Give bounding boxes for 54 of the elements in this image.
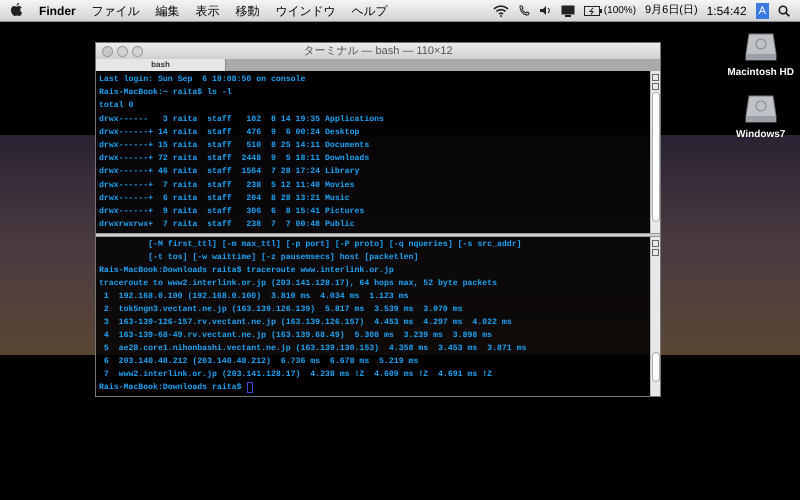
terminal-line: drwx------+ 15 raita staff 510 8 25 14:11 Documents <box>99 140 370 152</box>
wifi-icon[interactable] <box>492 4 509 16</box>
display-icon[interactable] <box>560 4 575 16</box>
scroll-thumb[interactable] <box>652 352 660 382</box>
terminal-line: 5 ae28.core1.nihonbashi.vectant.ne.jp (163.139.130.153) 4.358 ms 3.453 ms 3.871 ms <box>102 343 526 355</box>
terminal-line: drwx------+ 72 raita staff 2448 9 5 18:11 Downloads <box>99 153 370 166</box>
hard-drive-icon[interactable] <box>744 94 777 124</box>
terminal-line: [-M first_ttl] [-m max_ttl] [-p port] [-P proto] [-q nqueries] [-s src_addr] <box>147 239 522 251</box>
menu-clock[interactable]: 1:54:42 <box>706 2 747 20</box>
menu-date[interactable]: 9月6日(日) <box>645 2 698 19</box>
search-icon[interactable] <box>778 4 790 16</box>
apple-logo-icon[interactable] <box>10 3 23 18</box>
terminal-line: drwx------ 3 raita staff 102 8 14 19:35 Applications <box>99 114 384 126</box>
terminal-line: drwx------+ 46 raita staff 1564 7 28 17:24 Library <box>99 166 360 178</box>
tab[interactable]: bash <box>96 59 226 71</box>
terminal-line: 3 163-139-126-157.rv.vectant.ne.jp (163.139.126.157) 4.453 ms 4.297 ms 4.022 ms <box>102 317 512 329</box>
terminal-line: Rais-MacBook:Downloads raita$ <box>99 382 242 394</box>
scroll-thumb[interactable] <box>652 92 660 222</box>
scrollbar[interactable] <box>650 71 660 233</box>
terminal-line: 7 www2.interlink.or.jp (203.141.128.17) 4.238 ms !Z 4.609 ms !Z 4.691 ms !Z <box>102 369 492 381</box>
desktop-icon-label[interactable]: Macintosh HD <box>727 65 794 80</box>
window-title: ターミナル — bash — 110×12 <box>303 44 453 59</box>
terminal-line: 4 163-139-68-49.rv.vectant.ne.jp (163.139.68.49) 5.308 ms 3.239 ms 3.898 ms <box>102 330 492 342</box>
terminal-line: Last login: Sun Sep 6 10:08:50 on console <box>99 74 306 86</box>
terminal-line: [-t tos] [-w waittime] [-z pausemsecs] host [packetlen] <box>147 252 418 264</box>
menu-item[interactable]: 編集 <box>156 2 180 20</box>
terminal-line: drwx------+ 9 raita staff 306 6 8 15:41 Pictures <box>99 206 364 218</box>
terminal-line: 6 203.140.48.212 (203.140.48.212) 6.736 ms 6.678 ms 5.219 ms <box>102 356 418 368</box>
text-cursor <box>246 382 252 393</box>
terminal-line: Rais-MacBook:Downloads raita$ traceroute www.interlink.or.jp <box>99 265 394 277</box>
terminal-line: traceroute to www2.interlink.or.jp (203.141.128.17), 64 hops max, 52 byte packets <box>99 278 497 290</box>
terminal-line: drwx------+ 6 raita staff 204 8 28 13:21 Music <box>99 192 350 205</box>
hard-drive-icon[interactable] <box>744 32 777 62</box>
terminal-line: drwxrwxrwx+ 7 raita staff 238 7 7 00:48 Public <box>99 219 354 232</box>
battery-icon <box>584 6 602 16</box>
terminal-line: Rais-MacBook:~ raita$ ls -l <box>99 87 232 100</box>
menu-item[interactable]: ヘルプ <box>352 2 388 20</box>
phone-icon[interactable] <box>518 4 530 17</box>
battery-status[interactable]: (100%) <box>584 3 636 18</box>
menu-item[interactable]: 移動 <box>236 2 260 20</box>
terminal-line: 2 tok5ngn3.vectant.ne.jp (163.139.126.139) 5.817 ms 3.539 ms 3.070 ms <box>102 304 463 316</box>
menu-app-name[interactable]: Finder <box>39 2 76 20</box>
desktop-icon-label[interactable]: Windows7 <box>736 127 786 142</box>
input-method-indicator[interactable]: A <box>756 2 769 18</box>
menu-item[interactable]: ウインドウ <box>276 2 336 20</box>
terminal-line: drwx------+ 7 raita staff 238 5 12 11:40 Movies <box>99 180 354 192</box>
battery-percent: (100%) <box>604 4 636 18</box>
terminal-line: total 0 <box>99 100 134 112</box>
terminal-line: drwx------+ 14 raita staff 476 9 6 00:24 Desktop <box>99 126 360 139</box>
menu-item[interactable]: 表示 <box>196 2 220 20</box>
terminal-line: 1 192.168.0.100 (192.168.0.100) 3.810 ms 4.034 ms 1.123 ms <box>102 291 409 303</box>
volume-icon[interactable] <box>538 5 552 16</box>
scrollbar[interactable] <box>650 237 660 396</box>
menu-item[interactable]: ファイル <box>92 2 140 20</box>
